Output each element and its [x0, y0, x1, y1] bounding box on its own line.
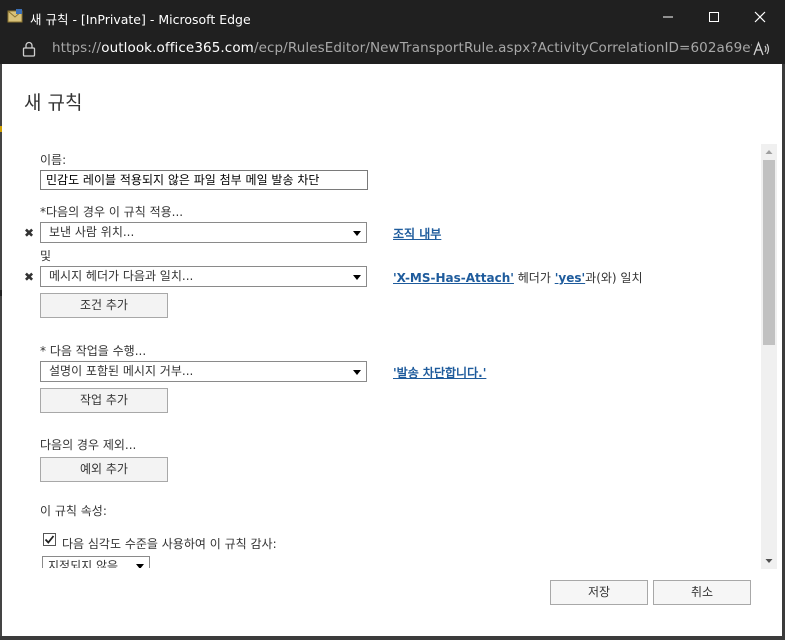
- page-title: 새 규칙: [24, 92, 83, 114]
- condition-1-select[interactable]: 보낸 사람 위치...: [40, 222, 367, 243]
- condition-1-link[interactable]: 조직 내부: [393, 225, 441, 242]
- audit-checkbox[interactable]: [43, 533, 56, 546]
- apply-rule-label: *다음의 경우 이 규칙 적용...: [40, 205, 184, 219]
- minimize-button[interactable]: [645, 0, 691, 34]
- action-1-selected: 설명이 포함된 메시지 거부...: [49, 364, 194, 378]
- condition-2-description: 'X-MS-Has-Attach' 헤더가 'yes'과(와) 일치: [393, 269, 643, 286]
- name-label: 이름:: [40, 153, 67, 167]
- maximize-icon: [709, 12, 719, 22]
- action-1-link[interactable]: '발송 차단합니다.': [393, 364, 486, 381]
- remove-condition-2-icon[interactable]: ✖: [24, 271, 36, 283]
- header-name-link[interactable]: 'X-MS-Has-Attach': [393, 271, 514, 285]
- cancel-button[interactable]: 취소: [653, 580, 751, 605]
- condition-2-select[interactable]: 메시지 헤더가 다음과 일치...: [40, 266, 367, 287]
- window-titlebar: 새 규칙 - [InPrivate] - Microsoft Edge: [0, 0, 785, 34]
- url-path: /ecp/RulesEditor/NewTransportRule.aspx?A…: [253, 40, 752, 56]
- add-condition-button[interactable]: 조건 추가: [40, 293, 168, 318]
- scroll-up-icon[interactable]: [761, 144, 777, 160]
- properties-label: 이 규칙 속성:: [40, 504, 107, 518]
- maximize-button[interactable]: [691, 0, 737, 34]
- background-fragment: [0, 290, 2, 296]
- url-text[interactable]: https://outlook.office365.com/ecp/RulesE…: [52, 40, 752, 56]
- close-button[interactable]: [737, 0, 783, 34]
- window-title: 새 규칙 - [InPrivate] - Microsoft Edge: [30, 12, 251, 27]
- remove-condition-1-icon[interactable]: ✖: [24, 227, 36, 239]
- window-edge-left: [0, 64, 2, 640]
- header-value-link[interactable]: 'yes': [555, 271, 585, 285]
- scroll-down-icon[interactable]: [761, 553, 777, 569]
- except-label: 다음의 경우 제외...: [40, 438, 137, 452]
- action-1-select[interactable]: 설명이 포함된 메시지 거부...: [40, 361, 367, 382]
- rule-name-input[interactable]: 민감도 레이블 적용되지 않은 파일 첨부 메일 발송 차단: [40, 170, 368, 190]
- url-host: outlook.office365.com: [101, 40, 254, 56]
- and-label: 및: [40, 249, 52, 263]
- chevron-down-icon: [353, 275, 361, 280]
- read-aloud-icon[interactable]: [753, 41, 771, 57]
- action-label: * 다음 작업을 수행...: [40, 344, 147, 358]
- address-bar[interactable]: https://outlook.office365.com/ecp/RulesE…: [0, 34, 785, 64]
- page-favicon-icon: [7, 9, 23, 23]
- audit-label: 다음 심각도 수준을 사용하여 이 규칙 감사:: [62, 537, 277, 551]
- chevron-down-icon: [353, 231, 361, 236]
- scrollbar-thumb[interactable]: [763, 160, 775, 345]
- close-icon: [754, 11, 766, 23]
- background-fragment: [0, 126, 2, 132]
- condition-2-text-1: 헤더가: [513, 271, 555, 285]
- chevron-down-icon: [353, 370, 361, 375]
- add-action-button[interactable]: 작업 추가: [40, 388, 168, 413]
- condition-1-selected: 보낸 사람 위치...: [49, 225, 135, 239]
- window-edge-bottom: [0, 636, 785, 640]
- url-scheme: https://: [52, 40, 102, 56]
- vertical-scrollbar[interactable]: [761, 144, 777, 569]
- checkmark-icon: [44, 535, 55, 544]
- save-button[interactable]: 저장: [550, 580, 648, 605]
- condition-2-text-2: 과(와) 일치: [585, 271, 643, 285]
- lock-icon[interactable]: [22, 41, 36, 57]
- condition-2-selected: 메시지 헤더가 다음과 일치...: [49, 269, 194, 283]
- minimize-icon: [663, 16, 673, 18]
- add-exception-button[interactable]: 예외 추가: [40, 457, 168, 482]
